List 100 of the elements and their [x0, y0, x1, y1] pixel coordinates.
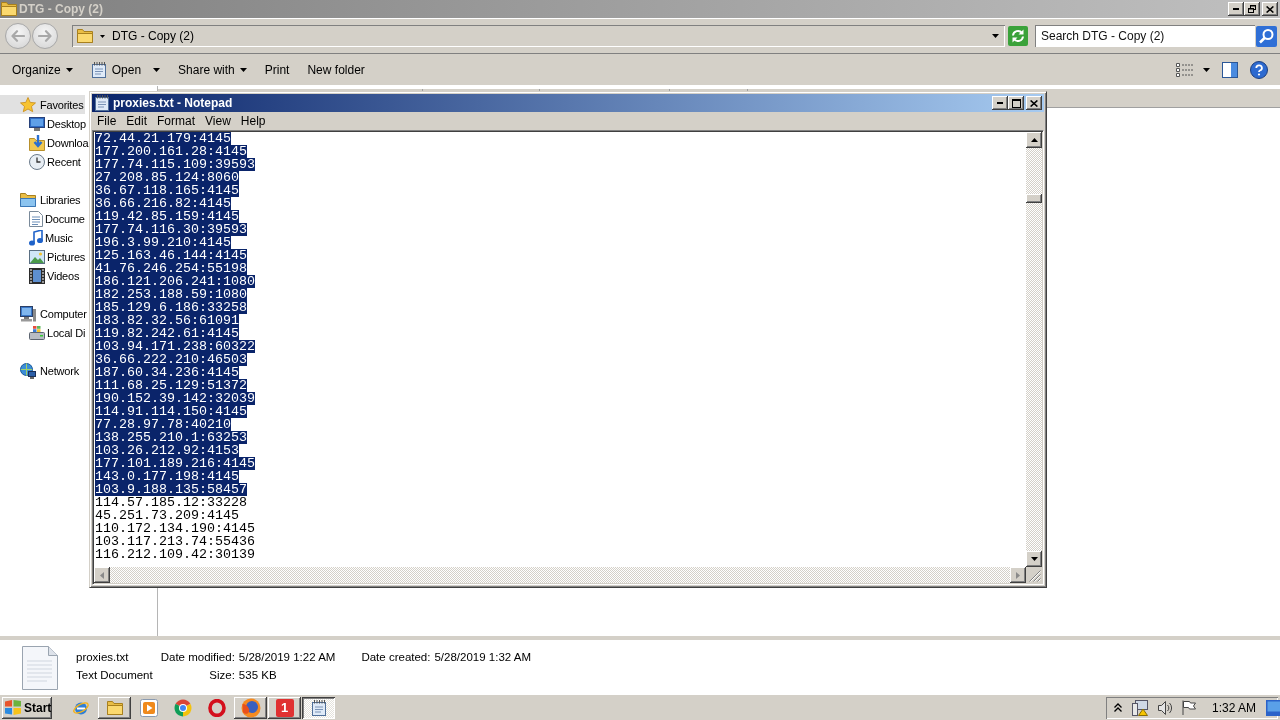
breadcrumb-item[interactable]: DTG - Copy (2): [112, 29, 194, 43]
new-folder-button[interactable]: New folder: [301, 57, 371, 82]
field-label: Size:: [209, 669, 235, 681]
taskbar-button[interactable]: [302, 696, 335, 719]
menu-item[interactable]: Edit: [121, 112, 153, 130]
field-value: 535 KB: [238, 669, 278, 681]
scroll-up-button[interactable]: [1026, 132, 1042, 148]
show-hidden-icons-button[interactable]: [1114, 703, 1122, 712]
document-icon: [29, 210, 43, 227]
minimize-icon: [1233, 8, 1239, 10]
nav-item[interactable]: Libraries: [0, 190, 83, 209]
arrow-right-icon: [1016, 571, 1020, 579]
field-label: Date created:: [361, 651, 431, 663]
menu-item[interactable]: Help: [235, 112, 271, 130]
close-button[interactable]: [1262, 2, 1278, 16]
window-title: proxies.txt - Notepad: [113, 96, 233, 110]
nav-item[interactable]: Favorites: [0, 95, 86, 114]
menu-item[interactable]: Format: [152, 112, 201, 130]
taskbar-button[interactable]: [234, 696, 267, 719]
menu-item[interactable]: View: [200, 112, 236, 130]
scroll-right-button[interactable]: [1010, 567, 1026, 583]
star-icon: [20, 96, 36, 113]
ring-icon: [207, 698, 226, 717]
nav-item[interactable]: Docume: [0, 209, 87, 228]
picture-icon: [29, 249, 45, 264]
view-button[interactable]: [1176, 62, 1210, 77]
chevron-up-icon: [1114, 703, 1122, 712]
nav-item[interactable]: Computer: [0, 304, 89, 323]
caret-icon: [239, 67, 247, 72]
nav-item[interactable]: Local Di: [0, 323, 88, 342]
address-dropdown-button[interactable]: [992, 34, 999, 38]
close-button[interactable]: [1026, 96, 1042, 110]
caret-icon: [100, 34, 105, 38]
refresh-button[interactable]: [1008, 26, 1028, 46]
search-button[interactable]: [1256, 25, 1277, 47]
list-view-icon: [1176, 62, 1193, 77]
refresh-icon: [1008, 26, 1028, 46]
clock-icon: [29, 153, 45, 170]
windows-logo-icon: [5, 700, 21, 715]
nav-item[interactable]: Downloa: [0, 133, 91, 152]
folder-icon: [106, 700, 123, 715]
arrow-down-icon: [1030, 557, 1038, 561]
file-type: Text Document: [76, 669, 154, 681]
network-warning-icon[interactable]: [1132, 699, 1148, 716]
text-line: 45.251.73.209:4145: [95, 509, 239, 522]
nav-item[interactable]: Music: [0, 228, 75, 247]
restore-button[interactable]: [1244, 2, 1260, 16]
arrow-right-icon: [38, 30, 52, 42]
organize-button[interactable]: Organize: [6, 57, 79, 82]
start-button[interactable]: Start: [2, 696, 52, 719]
scroll-down-button[interactable]: [1026, 551, 1042, 567]
maximize-icon: [1011, 98, 1021, 108]
nav-item[interactable]: Desktop: [0, 114, 88, 133]
preview-pane-icon: [1222, 61, 1238, 78]
speaker-icon[interactable]: [1158, 700, 1172, 715]
open-button[interactable]: Open: [84, 57, 167, 82]
notepad-icon: [94, 95, 110, 111]
close-icon: [1030, 99, 1038, 107]
film-icon: [29, 267, 45, 284]
help-icon: [1250, 60, 1268, 79]
show-desktop-button[interactable]: [1266, 699, 1280, 716]
address-bar[interactable]: DTG - Copy (2): [72, 25, 1005, 47]
vertical-scrollbar[interactable]: [1026, 132, 1042, 567]
minimize-icon: [997, 102, 1003, 104]
taskbar-button[interactable]: 1: [268, 696, 301, 719]
folder-icon: [1, 2, 17, 16]
arrow-left-icon: [11, 30, 25, 42]
print-button[interactable]: Print: [258, 57, 296, 82]
network-icon: [20, 362, 36, 379]
nav-item[interactable]: Network: [0, 361, 81, 380]
nav-item[interactable]: Recent: [0, 152, 83, 171]
notepad-icon: [90, 61, 107, 78]
flag-icon[interactable]: [1182, 700, 1196, 715]
minimize-button[interactable]: [1228, 2, 1244, 16]
arrow-up-icon: [1030, 138, 1038, 142]
window-title: DTG - Copy (2): [19, 2, 103, 16]
text-line: 110.172.134.190:4145: [95, 522, 255, 535]
computer-icon: [20, 305, 36, 322]
help-button[interactable]: [1250, 60, 1268, 79]
horizontal-scrollbar[interactable]: [94, 567, 1026, 583]
preview-pane-button[interactable]: [1222, 61, 1238, 78]
field-label: Date modified:: [160, 651, 235, 663]
share-with-button[interactable]: Share with: [172, 57, 253, 82]
field-value: 5/28/2019 1:32 AM: [434, 651, 533, 663]
clock[interactable]: 1:32 AM: [1212, 700, 1257, 715]
scroll-left-button[interactable]: [94, 567, 110, 583]
screen-icon: [1266, 699, 1280, 716]
text-line: 114.57.185.12:33228: [95, 496, 247, 509]
menu-item[interactable]: File: [92, 112, 122, 130]
maximize-button[interactable]: [1008, 96, 1024, 110]
music-note-icon: [29, 229, 43, 246]
nav-item[interactable]: Pictures: [0, 247, 88, 266]
scroll-thumb[interactable]: [1026, 194, 1042, 203]
search-field[interactable]: Search DTG - Copy (2): [1035, 25, 1255, 47]
download-folder-icon: [29, 134, 45, 151]
nav-item[interactable]: Videos: [0, 266, 82, 285]
caret-icon: [1203, 67, 1210, 72]
desktop-icon: [29, 116, 45, 131]
taskbar-button[interactable]: [98, 696, 131, 719]
minimize-button[interactable]: [992, 96, 1008, 110]
